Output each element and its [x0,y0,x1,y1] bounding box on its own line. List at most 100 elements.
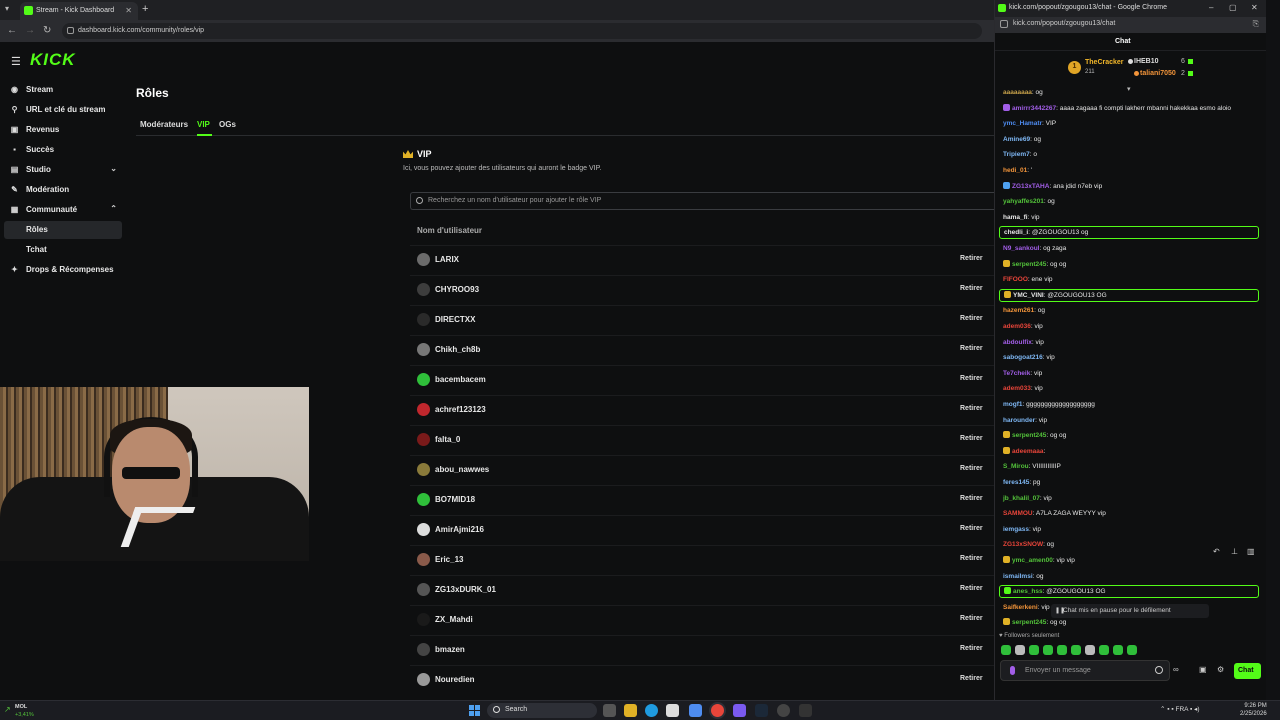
site-info-icon[interactable] [1000,20,1008,28]
chat-message[interactable]: feres145: pg [1003,478,1259,487]
emote-icon[interactable] [1071,645,1081,655]
chat-username[interactable]: serpent245 [1012,619,1046,626]
sidebar-item-studio[interactable]: ▤ Studio ⌄ [4,161,122,179]
gift-icon[interactable]: ▣ [1199,665,1207,674]
chat-username[interactable]: Amine69 [1003,136,1030,143]
chat-username[interactable]: chedli_i [1004,229,1028,236]
remove-vip-button[interactable]: Retirer [960,675,983,682]
chat-username[interactable]: adem036 [1003,323,1031,330]
chat-message[interactable]: S_Mirou: VIIIIIIIIIIIP [1003,462,1259,471]
chat-message[interactable]: hama_fi: vip [1003,213,1259,222]
chat-message[interactable]: iemgass: vip [1003,525,1259,534]
obs-icon[interactable] [777,704,790,717]
chat-username[interactable]: mogf1 [1003,401,1023,408]
kick-logo[interactable]: KICK [30,50,76,70]
chat-message[interactable]: hazem261: og [1003,306,1259,315]
chat-message[interactable]: adeemaaa: [1003,446,1259,456]
chat-username[interactable]: serpent245 [1012,432,1046,439]
chat-message[interactable]: YMC_VINI: @ZGOUGOU13 OG [999,288,1259,302]
chat-username[interactable]: yahyaffes201 [1003,198,1044,205]
maximize-icon[interactable]: ▢ [1229,3,1237,12]
remove-vip-button[interactable]: Retirer [960,495,983,502]
sidebar-item-moderation[interactable]: ✎ Modération [4,181,122,199]
tab-search-icon[interactable]: ▾ [5,4,9,13]
chat-message[interactable]: serpent245: og og [1003,431,1259,440]
sidebar-item-revenus[interactable]: ▣ Revenus [4,121,122,139]
chat-message[interactable]: serpent245: og og [1003,618,1259,627]
chat-username[interactable]: S_Mirou [1003,463,1029,470]
translate-icon[interactable]: ⎘ [1253,19,1259,29]
chat-send-button[interactable]: Chat [1234,663,1261,679]
forward-icon[interactable]: → [25,25,35,36]
rewards-icon[interactable]: ∞ [1173,665,1179,674]
emote-icon[interactable] [1001,645,1011,655]
site-info-icon[interactable] [67,27,74,34]
stock-widget[interactable]: ↗ MOL +3,41% [4,703,64,719]
chat-username[interactable]: ismailmsi [1003,573,1033,580]
emoji-icon[interactable] [1155,666,1163,674]
chat-username[interactable]: sabogoat216 [1003,354,1043,361]
chat-username[interactable]: jb_khalil_07 [1003,495,1040,502]
chat-message[interactable]: abdoulfix: vip [1003,338,1259,347]
chat-username[interactable]: Saifkerkeni [1003,604,1038,611]
chat-paused-banner[interactable]: ❚❚ Chat mis en pause pour le défilement [1051,604,1209,618]
chat-username[interactable]: YMC_VINI [1013,292,1044,299]
remove-vip-button[interactable]: Retirer [960,345,983,352]
chat-message[interactable]: ymc_amen00: vip vip [1003,556,1259,565]
chat-username[interactable]: iemgass [1003,526,1029,533]
app-icon[interactable] [799,704,812,717]
chat-message[interactable]: serpent245: og og [1003,259,1259,269]
menu-icon[interactable]: ☰ [11,55,21,68]
mail-icon[interactable] [689,704,702,717]
tab-ogs[interactable]: OGs [219,120,236,129]
chat-username[interactable]: hedi_01 [1003,167,1027,174]
chat-username[interactable]: adem033 [1003,385,1031,392]
emote-icon[interactable] [1043,645,1053,655]
gear-icon[interactable]: ⚙ [1217,665,1224,674]
chrome-icon[interactable] [711,704,724,717]
sidebar-item-stream[interactable]: ◉ Stream [4,81,122,99]
new-tab-icon[interactable]: + [142,3,148,15]
minimize-icon[interactable]: – [1209,3,1213,12]
chat-username[interactable]: feres145 [1003,479,1029,486]
gifter-leaderboard[interactable]: 1 TheCracker 211 IHEB10 6 taliani7050 2 [1065,56,1205,84]
remove-vip-button[interactable]: Retirer [960,645,983,652]
tab-vip[interactable]: VIP [197,120,210,129]
chat-message[interactable]: SAMMOU: A7LA ZAGA WEYYY vip [1003,509,1259,518]
chat-username[interactable]: SAMMOU [1003,510,1033,517]
chat-message[interactable]: FIFOOO: ene vip [1003,275,1259,284]
chat-message[interactable]: jb_khalil_07: vip [1003,494,1259,503]
url-field[interactable]: dashboard.kick.com/community/roles/vip [62,23,982,39]
chat-username[interactable]: serpent245 [1012,261,1046,268]
chat-message-input[interactable]: Envoyer un message [1000,660,1170,681]
chat-username[interactable]: FIFOOO [1003,276,1028,283]
taskbar-search[interactable]: Search [487,703,597,718]
chat-message[interactable]: amirrr3442267: aaaa zagaaa fi compti lak… [1003,103,1259,113]
system-tray[interactable]: ⌃ ▪ ▪ FRA ▪ ◂) [1160,705,1199,713]
close-tab-icon[interactable]: ✕ [125,6,132,15]
remove-vip-button[interactable]: Retirer [960,375,983,382]
chat-username[interactable]: ymc_Hamatr [1003,120,1042,127]
chat-username[interactable]: ZG13xSNOW [1003,541,1043,548]
chat-message[interactable]: ismailmsi: og [1003,572,1259,581]
language-indicator[interactable]: FRA [1175,706,1188,713]
chat-username[interactable]: abdoulfix [1003,339,1032,346]
delete-icon[interactable]: ▥ [1247,547,1255,556]
chat-message[interactable]: adem033: vip [1003,384,1259,393]
chat-message[interactable]: anes_hss: @ZGOUGOU13 OG [999,585,1259,599]
sidebar-item-drops[interactable]: ✦ Drops & Récompenses [4,261,122,279]
store-icon[interactable] [666,704,679,717]
chat-message[interactable]: hedi_01: ' [1003,166,1259,175]
remove-vip-button[interactable]: Retirer [960,315,983,322]
chat-message[interactable]: adem036: vip [1003,322,1259,331]
remove-vip-button[interactable]: Retirer [960,435,983,442]
remove-vip-button[interactable]: Retirer [960,525,983,532]
chat-message[interactable]: yahyaffes201: og [1003,197,1259,206]
emote-icon[interactable] [1029,645,1039,655]
chat-message[interactable]: Tripiem7: o [1003,150,1259,159]
vip-search-input[interactable]: Recherchez un nom d'utilisateur pour ajo… [410,192,994,210]
file-explorer-icon[interactable] [624,704,637,717]
chat-username[interactable]: adeemaaa [1012,448,1043,455]
chat-message[interactable]: N9_sankoul: og zaga [1003,244,1259,253]
tab-moderateurs[interactable]: Modérateurs [140,120,188,129]
